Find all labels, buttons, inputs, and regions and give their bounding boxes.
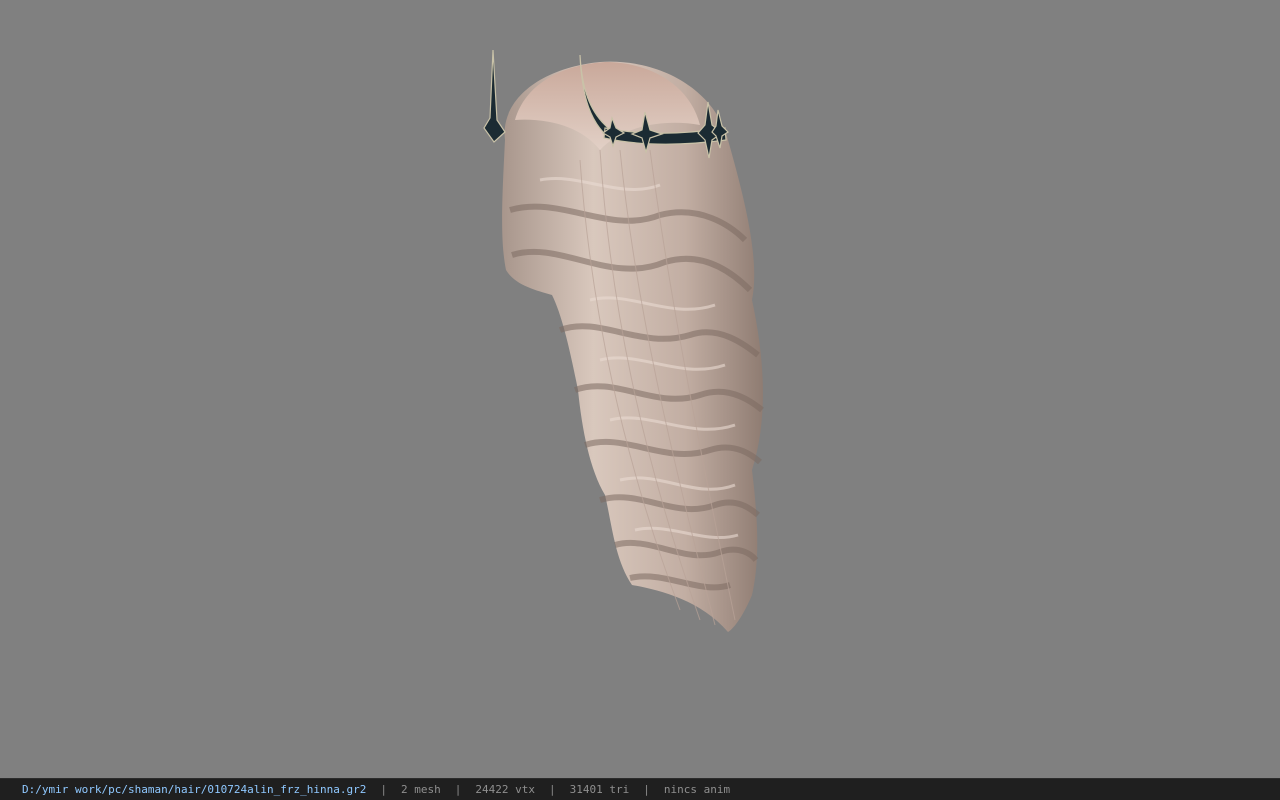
status-bar: D:/ymir work/pc/shaman/hair/010724alin_f…	[0, 778, 1280, 800]
separator: |	[548, 783, 556, 796]
file-path: D:/ymir work/pc/shaman/hair/010724alin_f…	[22, 783, 367, 796]
separator: |	[643, 783, 650, 796]
3d-viewport[interactable]	[0, 0, 1280, 778]
mesh-count: 2 mesh	[401, 783, 441, 796]
hair-mesh	[502, 61, 763, 632]
model-render	[483, 49, 764, 632]
vertex-count: 24422 vtx	[475, 783, 535, 796]
separator: |	[380, 783, 387, 796]
animation-status: nincs anim	[663, 783, 731, 796]
triangle-count: 31401 tri	[569, 783, 630, 796]
separator: |	[454, 783, 462, 796]
